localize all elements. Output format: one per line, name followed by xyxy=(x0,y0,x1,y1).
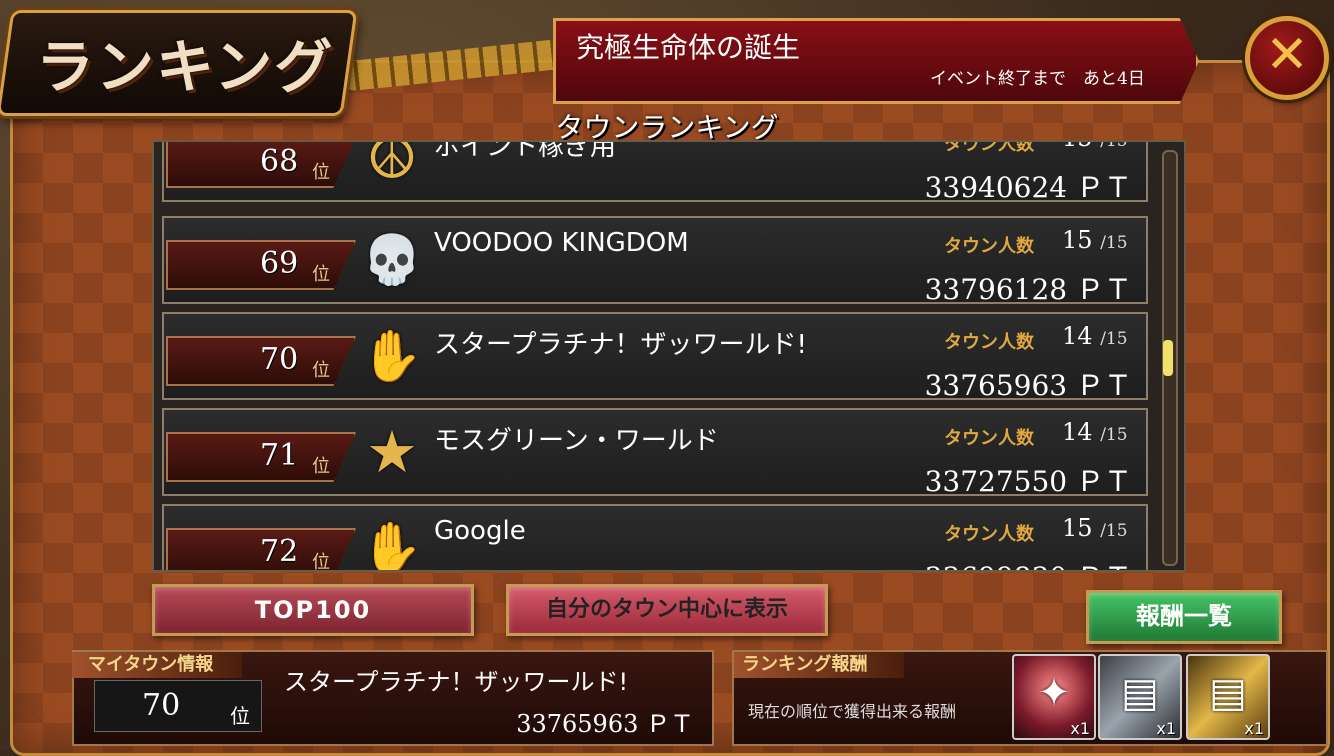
ranking-row[interactable]: 69 位 💀 VOODOO KINGDOM タウン人数 15 /15 33796… xyxy=(162,216,1148,306)
top100-button[interactable]: TOP100 xyxy=(152,584,474,636)
rank-number: 68 xyxy=(260,144,299,179)
reward-list-button[interactable]: 報酬一覧 xyxy=(1086,590,1282,644)
ranking-row[interactable]: 68 位 ☮ ポイント稼ぎ用 タウン人数 15 /15 33940624 ＰＴ xyxy=(162,142,1148,204)
my-town-points: 33765963 ＰＴ xyxy=(516,710,694,738)
ranking-list[interactable]: 68 位 ☮ ポイント稼ぎ用 タウン人数 15 /15 33940624 ＰＴ … xyxy=(152,140,1186,572)
reward-quantity: x1 xyxy=(1244,719,1264,738)
event-title: 究極生命体の誕生 xyxy=(576,31,801,64)
reward-quantity: x1 xyxy=(1070,719,1090,738)
town-name: ポイント稼ぎ用 xyxy=(434,142,617,162)
members-label: タウン人数 xyxy=(944,428,1034,449)
hand-emblem-icon: ✋ xyxy=(360,519,424,570)
ranking-row[interactable]: 72 位 ✋ Google タウン人数 15 /15 33699830 ＰＴ xyxy=(162,504,1148,570)
members-max: /15 xyxy=(1100,329,1128,349)
members-current: 14 xyxy=(1062,322,1093,350)
page-title: ランキング xyxy=(36,33,335,101)
members-label: タウン人数 xyxy=(944,332,1034,353)
members-max: /15 xyxy=(1100,233,1128,253)
ranking-reward-description: 現在の順位で獲得出来る報酬 xyxy=(748,702,957,721)
members-label: タウン人数 xyxy=(944,524,1034,545)
members-max: /15 xyxy=(1100,521,1128,541)
members-current: 15 xyxy=(1062,226,1093,254)
skull-emblem-icon: 💀 xyxy=(362,232,422,288)
card-icon: ✦ xyxy=(1037,670,1071,716)
rank-number: 69 xyxy=(260,246,299,281)
close-icon: ✕ xyxy=(1265,25,1309,85)
town-name: モスグリーン・ワールド xyxy=(434,426,719,456)
town-points: 33796128 ＰＴ xyxy=(924,273,1132,306)
reward-quantity: x1 xyxy=(1156,719,1176,738)
town-name: Google xyxy=(434,516,526,546)
rank-number: 70 xyxy=(260,342,299,377)
rank-suffix: 位 xyxy=(312,162,330,183)
rank-number: 72 xyxy=(260,534,299,569)
ranking-list-viewport: 68 位 ☮ ポイント稼ぎ用 タウン人数 15 /15 33940624 ＰＴ … xyxy=(154,142,1154,570)
members-current: 15 xyxy=(1062,514,1093,542)
ranking-row[interactable]: 70 位 ✋ スタープラチナ！ザッワールド! タウン人数 14 /15 3376… xyxy=(162,312,1148,402)
scrollbar-thumb[interactable] xyxy=(1163,340,1173,376)
members-current: 15 xyxy=(1062,142,1093,152)
members-count: 15 /15 xyxy=(1062,514,1128,542)
rank-suffix: 位 xyxy=(312,552,330,570)
rank-suffix: 位 xyxy=(312,360,330,381)
members-max: /15 xyxy=(1100,425,1128,445)
close-button[interactable]: ✕ xyxy=(1245,16,1329,100)
hand-emblem-icon: ✋ xyxy=(360,327,424,385)
members-current: 14 xyxy=(1062,418,1093,446)
members-count: 15 /15 xyxy=(1062,226,1128,254)
town-points: 33699830 ＰＴ xyxy=(912,556,1132,570)
my-town-label: マイタウン情報 xyxy=(72,652,242,678)
my-rank-number: 70 xyxy=(142,688,181,723)
town-name: VOODOO KINGDOM xyxy=(434,228,689,258)
town-points: 33765963 ＰＴ xyxy=(924,369,1132,402)
my-rank-suffix: 位 xyxy=(230,704,250,728)
rank-suffix: 位 xyxy=(312,264,330,285)
reward-item-gold-ticket[interactable]: ▤ x1 xyxy=(1186,654,1270,740)
show-my-town-center-button[interactable]: 自分のタウン中心に表示 xyxy=(506,584,828,636)
members-label: タウン人数 xyxy=(944,142,1034,155)
rank-number: 71 xyxy=(260,438,299,473)
members-count: 15 /15 xyxy=(1062,142,1128,152)
silver-ticket-icon: ▤ xyxy=(1121,670,1159,716)
members-count: 14 /15 xyxy=(1062,418,1128,446)
ranking-row[interactable]: 71 位 ★ モスグリーン・ワールド タウン人数 14 /15 33727550… xyxy=(162,408,1148,498)
star-emblem-icon: ★ xyxy=(366,418,418,486)
reward-item-silver-ticket[interactable]: ▤ x1 xyxy=(1098,654,1182,740)
ranking-reward-label: ランキング報酬 xyxy=(734,652,904,678)
members-label: タウン人数 xyxy=(944,236,1034,257)
rank-suffix: 位 xyxy=(312,456,330,477)
reward-item-card[interactable]: ✦ x1 xyxy=(1012,654,1096,740)
town-points: 33940624 ＰＴ xyxy=(924,171,1132,204)
town-name: スタープラチナ！ザッワールド! xyxy=(434,330,807,360)
members-max: /15 xyxy=(1100,142,1127,151)
my-town-name: スタープラチナ！ザッワールド! xyxy=(284,668,629,696)
town-points: 33727550 ＰＴ xyxy=(924,465,1132,498)
event-remaining-time: イベント終了まで あと4日 xyxy=(930,69,1145,89)
peace-emblem-icon: ☮ xyxy=(366,142,418,192)
members-count: 14 /15 xyxy=(1062,322,1128,350)
gold-ticket-icon: ▤ xyxy=(1209,670,1247,716)
